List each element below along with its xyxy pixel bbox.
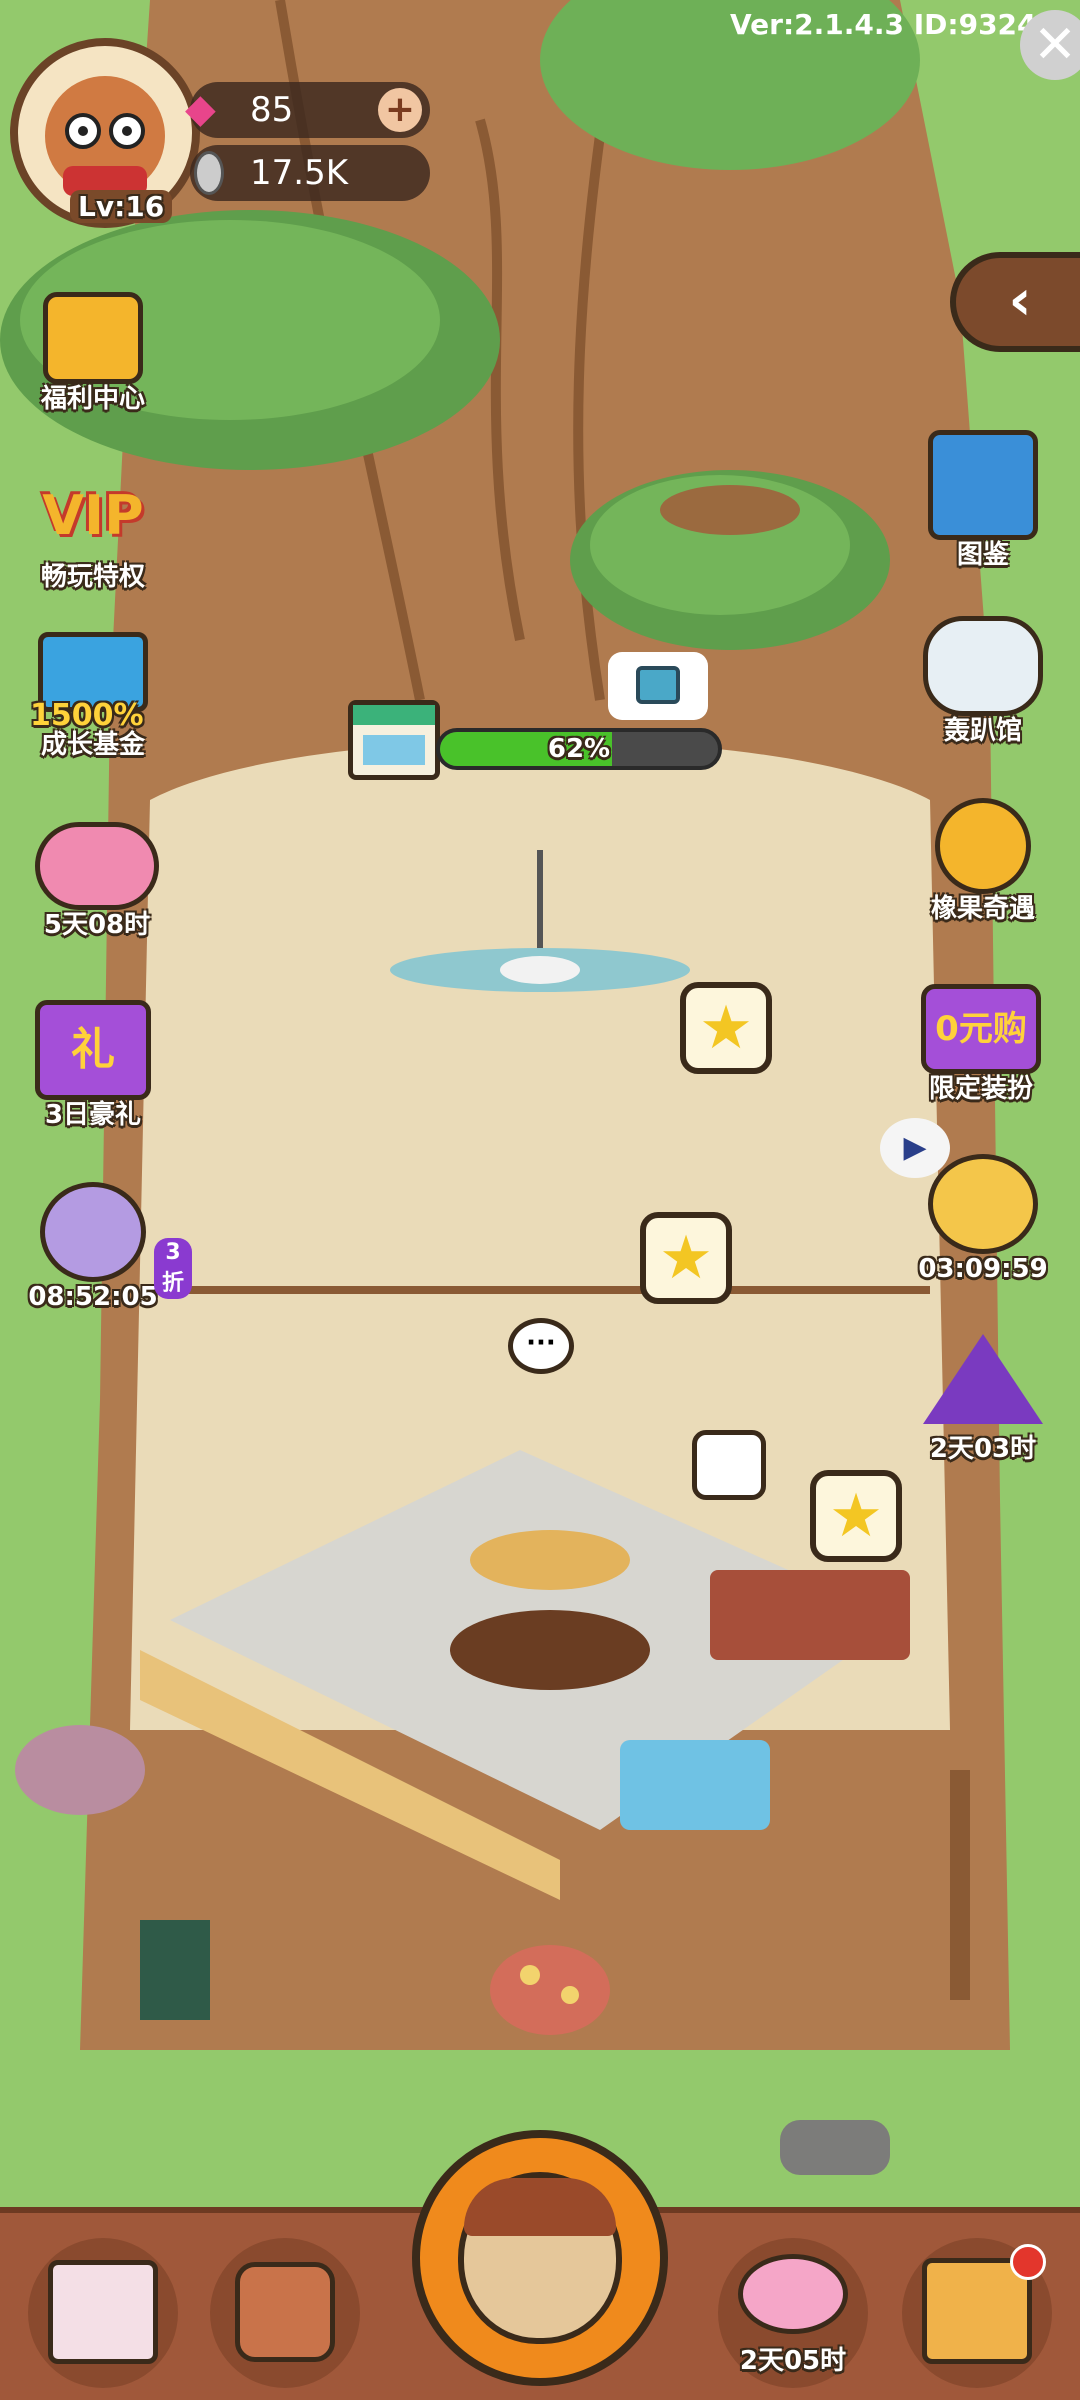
treasure-chest-icon — [636, 666, 680, 704]
popcorn-event-button[interactable]: 03:09:59 — [908, 1154, 1058, 1284]
halloween-event-button[interactable]: 2天03时 — [908, 1334, 1058, 1464]
gem-count: 85 — [250, 90, 294, 130]
acorn-adventure-button[interactable]: 橡果奇遇 — [908, 798, 1058, 924]
add-gems-button[interactable]: + — [378, 88, 422, 132]
drink-mugs-icon — [235, 2262, 335, 2362]
cheers-button[interactable] — [210, 2238, 360, 2388]
gift-box-icon — [43, 292, 143, 384]
star-bubble[interactable]: ★ — [680, 982, 772, 1074]
popcorn-icon — [928, 1154, 1038, 1254]
seed-bubble-icon[interactable] — [692, 1430, 766, 1500]
cherry-tree-icon — [738, 2254, 848, 2334]
acorn-icon — [935, 798, 1031, 894]
limited-outfit-button[interactable]: 0元购 限定装扮 — [906, 984, 1056, 1104]
vip-icon: VIP — [42, 484, 144, 547]
storefront-icon — [48, 2260, 158, 2364]
shop-sign-icon: 0元购 — [921, 984, 1041, 1074]
shop-button[interactable] — [28, 2238, 178, 2388]
discount-badge: 3折 — [154, 1238, 192, 1299]
gamepad-icon — [923, 616, 1043, 716]
big-acorn-icon — [458, 2172, 622, 2344]
alarm-offer-button[interactable]: 3折 08:52:05 — [18, 1182, 192, 1312]
alarm-clock-icon — [40, 1182, 146, 1282]
zero-yuan-badge: 0元购 — [935, 1009, 1027, 1049]
seed-counter: 17.5K — [190, 145, 430, 201]
star-bubble[interactable]: ★ — [640, 1212, 732, 1304]
shop-progress-bar: 62% — [436, 728, 722, 770]
welfare-center-button[interactable]: 福利中心 — [18, 292, 168, 414]
player-level: Lv:16 — [70, 190, 173, 223]
acorn-main-button[interactable] — [412, 2130, 668, 2386]
collection-book-label: 图鉴 — [956, 540, 1009, 570]
treasure-chest-button[interactable] — [608, 652, 708, 720]
alarm-offer-timer: 08:52:05 — [28, 1282, 158, 1312]
growth-fund-button[interactable]: 1500% 成长基金 — [18, 632, 168, 760]
sakura-tree-button[interactable]: 2天05时 — [718, 2238, 868, 2388]
party-hall-label: 轰趴馆 — [943, 716, 1022, 746]
welfare-center-label: 福利中心 — [40, 384, 145, 414]
party-hall-button[interactable]: 轰趴馆 — [908, 616, 1058, 746]
growth-fund-badge: 1500% — [30, 698, 144, 733]
piggy-bank-button[interactable]: 5天08时 — [22, 822, 172, 940]
three-day-gift-label: 3日豪礼 — [44, 1100, 142, 1130]
book-icon — [928, 430, 1038, 540]
shop-icon — [348, 700, 440, 780]
piggy-bank-timer: 5天08时 — [43, 910, 151, 940]
notification-dot — [1010, 2244, 1046, 2280]
vip-privilege-button[interactable]: VIP 畅玩特权 — [18, 470, 168, 592]
collection-book-button[interactable]: 图鉴 — [908, 430, 1058, 570]
sakura-tree-timer: 2天05时 — [739, 2346, 847, 2376]
star-bubble[interactable]: ★ — [810, 1470, 902, 1562]
home-button[interactable] — [902, 2238, 1052, 2388]
vip-privilege-label: 畅玩特权 — [40, 562, 145, 592]
popcorn-event-timer: 03:09:59 — [918, 1254, 1048, 1284]
piggy-bank-icon — [35, 822, 159, 910]
witch-hat-icon — [923, 1334, 1043, 1424]
growth-fund-label: 成长基金 — [40, 730, 145, 760]
three-day-gift-button[interactable]: 礼 3日豪礼 — [18, 1000, 168, 1130]
halloween-event-timer: 2天03时 — [929, 1434, 1037, 1464]
acorn-adventure-label: 橡果奇遇 — [930, 894, 1035, 924]
gem-counter: ◆ 85 + — [185, 82, 430, 138]
seed-count: 17.5K — [250, 153, 348, 193]
game-scene: Lv:16 ◆ 85 + 17.5K Ver:2.1.4.3 ID:932424… — [0, 0, 1080, 2400]
limited-outfit-label: 限定装扮 — [928, 1074, 1033, 1104]
sunflower-seed-icon — [194, 151, 224, 195]
collapse-menu-button[interactable]: ‹ — [950, 252, 1080, 352]
chat-bubble-icon[interactable]: ··· — [508, 1318, 574, 1374]
gift-box-icon: 礼 — [35, 1000, 151, 1100]
progress-percent: 62% — [547, 734, 611, 764]
gem-icon: ◆ — [185, 86, 216, 132]
